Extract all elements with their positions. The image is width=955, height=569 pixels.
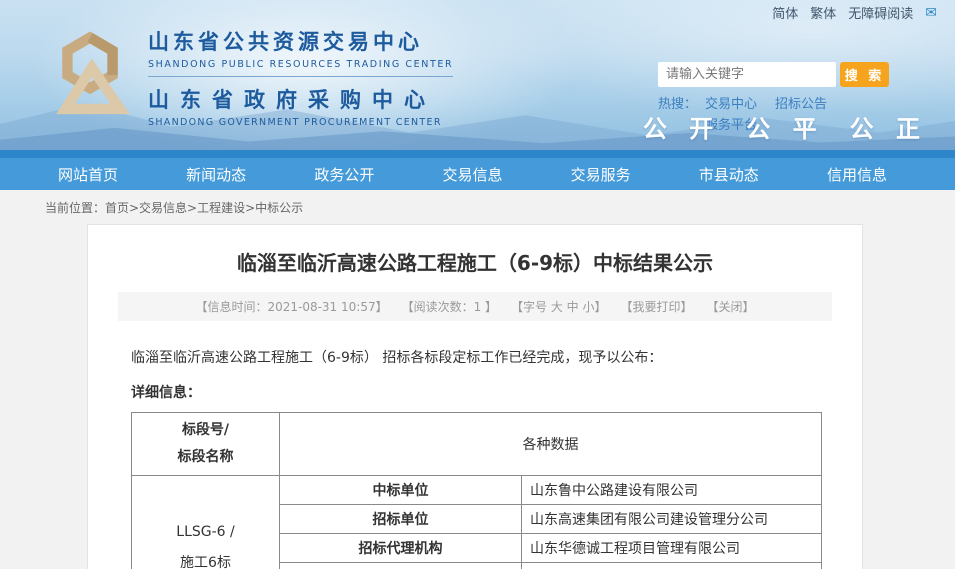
meta-info-time: 【信息时间：2021-08-31 10:57】 [195, 298, 387, 315]
row-value: 3919997198.41 元 [522, 562, 822, 569]
row-label: 中标单位 [280, 475, 522, 504]
brand-text: 山东省公共资源交易中心 SHANDONG PUBLIC RESOURCES TR… [148, 26, 453, 128]
nav-top-strip [0, 150, 955, 158]
header-section-id: 标段号/ 标段名称 [132, 413, 280, 475]
section-id-cell: LLSG-6 / 施工6标 [132, 475, 280, 569]
nav-item-gov-affairs[interactable]: 政务公开 [314, 164, 374, 185]
table-row: LLSG-6 / 施工6标 中标单位 山东鲁中公路建设有限公司 [132, 475, 822, 504]
row-value: 山东华德诚工程项目管理有限公司 [522, 533, 822, 562]
brand-name-en-1: SHANDONG PUBLIC RESOURCES TRADING CENTER [148, 59, 453, 70]
slogan-just: 公 正 [850, 109, 927, 144]
header-various-data: 各种数据 [280, 413, 822, 475]
row-value: 山东高速集团有限公司建设管理分公司 [522, 504, 822, 533]
slogan: 公 开 公 平 公 正 [643, 109, 927, 144]
meta-print-button[interactable]: 【我要打印】 [621, 298, 693, 315]
article-meta-bar: 【信息时间：2021-08-31 10:57】 【阅读次数：1 】 【字号 大 … [118, 292, 832, 321]
nav-item-credit-info[interactable]: 信用信息 [827, 164, 887, 185]
slogan-fair: 公 平 [746, 109, 823, 144]
row-value: 山东鲁中公路建设有限公司 [522, 475, 822, 504]
traditional-chinese-link[interactable]: 繁体 [810, 3, 836, 22]
mail-icon[interactable]: ✉ [925, 5, 937, 21]
row-label: 中标标价 [280, 562, 522, 569]
accessibility-link[interactable]: 无障碍阅读 [848, 3, 913, 22]
nav-item-news[interactable]: 新闻动态 [186, 164, 246, 185]
brand-name-zh-2: 山东省政府采购中心 [148, 84, 453, 114]
article-intro: 临淄至临沂高速公路工程施工（6-9标） 招标各标段定标工作已经完成，现予以公布： [131, 347, 819, 369]
row-label: 招标单位 [280, 504, 522, 533]
row-label: 招标代理机构 [280, 533, 522, 562]
nav-item-city-county[interactable]: 市县动态 [699, 164, 759, 185]
meta-close-button[interactable]: 【关闭】 [707, 298, 755, 315]
table-header-row: 标段号/ 标段名称 各种数据 [132, 413, 822, 475]
detail-info-label: 详细信息： [131, 382, 819, 402]
topbar: 简体 繁体 无障碍阅读 ✉ [772, 3, 937, 22]
brand: 山东省公共资源交易中心 SHANDONG PUBLIC RESOURCES TR… [42, 26, 453, 128]
bid-result-table: 标段号/ 标段名称 各种数据 LLSG-6 / 施工6标 中标单位 山东鲁中公路… [131, 412, 822, 569]
page-title: 临淄至临沂高速公路工程施工（6-9标）中标结果公示 [131, 247, 819, 276]
nav-item-trading-service[interactable]: 交易服务 [571, 164, 631, 185]
brand-name-en-2: SHANDONG GOVERNMENT PROCUREMENT CENTER [148, 117, 453, 128]
nav-item-trading-info[interactable]: 交易信息 [442, 164, 502, 185]
simplified-chinese-link[interactable]: 简体 [772, 3, 798, 22]
brand-name-zh-1: 山东省公共资源交易中心 [148, 26, 453, 56]
article-panel: 临淄至临沂高速公路工程施工（6-9标）中标结果公示 【信息时间：2021-08-… [87, 224, 863, 569]
meta-font-size-controls[interactable]: 【字号 大 中 小】 [511, 298, 606, 315]
slogan-open: 公 开 [643, 109, 720, 144]
search-button[interactable]: 搜 索 [840, 62, 889, 87]
search-input[interactable] [658, 62, 836, 87]
meta-read-count: 【阅读次数：1 】 [402, 298, 497, 315]
site-header: 简体 繁体 无障碍阅读 ✉ 山东省公共资源交易中心 SHANDONG PUBLI… [0, 0, 955, 150]
site-logo-icon [42, 30, 138, 124]
breadcrumb[interactable]: 当前位置：首页>交易信息>工程建设>中标公示 [0, 190, 955, 224]
main-nav: 网站首页 新闻动态 政务公开 交易信息 交易服务 市县动态 信用信息 [0, 150, 955, 190]
nav-item-home[interactable]: 网站首页 [58, 164, 118, 185]
